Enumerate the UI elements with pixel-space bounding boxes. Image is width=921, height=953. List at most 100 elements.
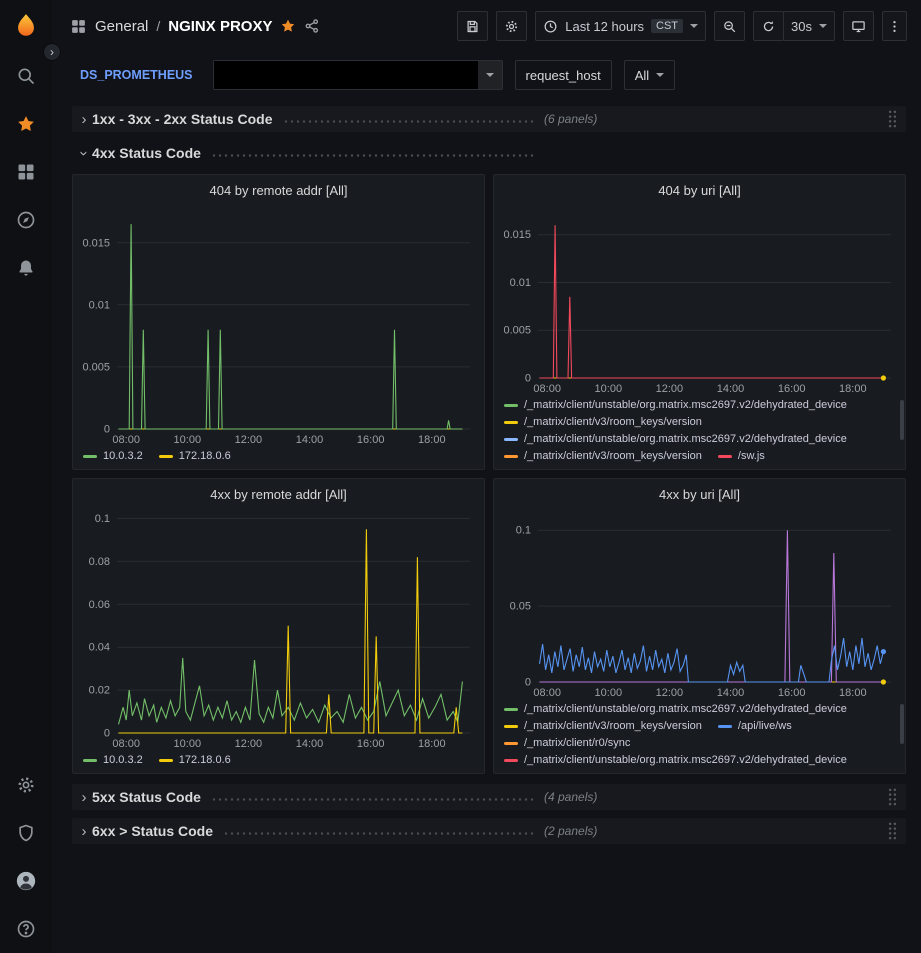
legend-item[interactable]: /_matrix/client/unstable/org.matrix.msc2… xyxy=(504,754,847,766)
timeseries-chart[interactable]: 00.0050.010.01508:0010:0012:0014:0016:00… xyxy=(73,200,484,447)
legend-item[interactable]: /_matrix/client/unstable/org.matrix.msc2… xyxy=(504,703,847,715)
svg-text:14:00: 14:00 xyxy=(296,738,324,750)
legend-item[interactable]: /_matrix/client/v3/room_keys/version xyxy=(504,416,702,428)
row-6xx[interactable]: › 6xx > Status Code (2 panels) xyxy=(72,818,906,844)
legend-label: /_matrix/client/v3/room_keys/version xyxy=(524,720,702,732)
chevron-down-icon xyxy=(656,73,664,77)
sidebar-item-explore[interactable] xyxy=(0,196,52,244)
svg-text:14:00: 14:00 xyxy=(296,434,324,446)
dashboard-settings-button[interactable] xyxy=(496,11,527,41)
panel-4xx-by-remote-addr: 4xx by remote addr [All] 00.020.040.060.… xyxy=(72,478,485,774)
dashboard-title[interactable]: NGINX PROXY xyxy=(168,18,272,35)
avatar xyxy=(16,871,36,891)
sidebar-item-alerting[interactable] xyxy=(0,244,52,292)
svg-text:08:00: 08:00 xyxy=(533,687,561,699)
legend-item[interactable]: /sw.js xyxy=(718,450,765,462)
sidebar-item-search[interactable] xyxy=(0,52,52,100)
svg-text:0: 0 xyxy=(525,677,531,689)
datasource-variable-label[interactable]: DS_PROMETHEUS xyxy=(72,62,201,88)
row-5xx[interactable]: › 5xx Status Code (4 panels) xyxy=(72,784,906,810)
legend-swatch xyxy=(83,759,97,762)
panel-title[interactable]: 404 by uri [All] xyxy=(494,175,905,200)
legend-scrollbar[interactable] xyxy=(900,400,904,440)
legend-swatch xyxy=(718,725,732,728)
drag-handle-icon[interactable] xyxy=(887,821,898,841)
favorite-star-icon[interactable] xyxy=(280,18,296,34)
svg-text:12:00: 12:00 xyxy=(235,434,263,446)
legend-item[interactable]: /_matrix/client/v3/room_keys/version xyxy=(504,450,702,462)
refresh-button[interactable] xyxy=(753,11,784,41)
drag-handle-icon[interactable] xyxy=(887,109,898,129)
zoom-out-button[interactable] xyxy=(714,11,745,41)
timeseries-chart[interactable]: 00.050.108:0010:0012:0014:0016:0018:00 xyxy=(494,504,905,700)
sidebar-collapse-button[interactable]: › xyxy=(43,43,61,61)
row-1xx-3xx-2xx[interactable]: › 1xx - 3xx - 2xx Status Code (6 panels) xyxy=(72,106,906,132)
row-title: 1xx - 3xx - 2xx Status Code xyxy=(92,111,273,127)
sidebar-item-help[interactable] xyxy=(0,905,52,953)
grafana-logo[interactable] xyxy=(0,0,52,52)
svg-text:0: 0 xyxy=(104,424,110,436)
variables-bar: DS_PROMETHEUS request_host All xyxy=(52,52,921,102)
row-title-group: 4xx Status Code xyxy=(92,145,544,161)
sidebar-item-dashboards[interactable] xyxy=(0,148,52,196)
legend-scrollbar[interactable] xyxy=(900,704,904,744)
legend-item[interactable]: 10.0.3.2 xyxy=(83,754,143,766)
legend-item[interactable]: 172.18.0.6 xyxy=(159,450,231,462)
panel-title[interactable]: 4xx by remote addr [All] xyxy=(73,479,484,504)
legend-label: /_matrix/client/r0/sync xyxy=(524,737,630,749)
legend-item[interactable]: /api/live/ws xyxy=(718,720,792,732)
sidebar-item-server-admin[interactable] xyxy=(0,809,52,857)
breadcrumb: General / NGINX PROXY xyxy=(70,18,320,35)
search-icon xyxy=(16,66,36,86)
svg-text:14:00: 14:00 xyxy=(717,687,745,699)
svg-text:16:00: 16:00 xyxy=(778,383,806,395)
legend-swatch xyxy=(504,725,518,728)
legend-item[interactable]: /_matrix/client/unstable/org.matrix.msc2… xyxy=(504,433,847,445)
legend-swatch xyxy=(83,455,97,458)
chart-area: 00.0050.010.01508:0010:0012:0014:0016:00… xyxy=(73,200,484,447)
dashboard-canvas: › 1xx - 3xx - 2xx Status Code (6 panels)… xyxy=(52,102,921,953)
panel-title[interactable]: 404 by remote addr [All] xyxy=(73,175,484,200)
legend-item[interactable]: /_matrix/client/r0/sync xyxy=(504,737,630,749)
panel-title[interactable]: 4xx by uri [All] xyxy=(494,479,905,504)
chevron-down-icon: › xyxy=(76,145,93,161)
share-icon[interactable] xyxy=(304,18,320,34)
request-host-value-select[interactable]: All xyxy=(624,60,675,90)
sidebar: › xyxy=(0,0,52,953)
chevron-right-icon: › xyxy=(76,823,92,840)
legend-swatch xyxy=(504,438,518,441)
refresh-interval-select[interactable]: 30s xyxy=(783,11,835,41)
save-dashboard-button[interactable] xyxy=(457,11,488,41)
more-options-button[interactable] xyxy=(882,11,907,41)
sidebar-item-starred[interactable] xyxy=(0,100,52,148)
sidebar-item-profile[interactable] xyxy=(0,857,52,905)
svg-text:18:00: 18:00 xyxy=(418,434,446,446)
timeseries-chart[interactable]: 00.020.040.060.080.108:0010:0012:0014:00… xyxy=(73,504,484,751)
legend-label: /_matrix/client/unstable/org.matrix.msc2… xyxy=(524,433,847,445)
row-4xx[interactable]: › 4xx Status Code xyxy=(72,140,906,166)
dotted-leader xyxy=(283,120,534,123)
row-title-group: 1xx - 3xx - 2xx Status Code xyxy=(92,111,544,127)
legend-item[interactable]: 172.18.0.6 xyxy=(159,754,231,766)
row-panel-count: (6 panels) xyxy=(544,112,597,126)
svg-text:10:00: 10:00 xyxy=(174,434,202,446)
legend-item[interactable]: 10.0.3.2 xyxy=(83,450,143,462)
panel-404-by-uri: 404 by uri [All] 00.0050.010.01508:0010:… xyxy=(493,174,906,470)
sidebar-item-settings[interactable] xyxy=(0,761,52,809)
legend-item[interactable]: /_matrix/client/v3/room_keys/version xyxy=(504,720,702,732)
timeseries-chart[interactable]: 00.0050.010.01508:0010:0012:0014:0016:00… xyxy=(494,200,905,396)
panel-404-by-remote-addr: 404 by remote addr [All] 00.0050.010.015… xyxy=(72,174,485,470)
legend-item[interactable]: /_matrix/client/unstable/org.matrix.msc2… xyxy=(504,399,847,411)
tv-mode-button[interactable] xyxy=(843,11,874,41)
timezone-badge: CST xyxy=(651,19,683,33)
time-range-picker[interactable]: Last 12 hours CST xyxy=(535,11,706,41)
toolbar: Last 12 hours CST 30s xyxy=(457,11,907,41)
row-panel-count: (4 panels) xyxy=(544,790,597,804)
legend-swatch xyxy=(718,455,732,458)
svg-text:14:00: 14:00 xyxy=(717,383,745,395)
datasource-value-select[interactable] xyxy=(213,60,503,90)
svg-text:16:00: 16:00 xyxy=(357,738,385,750)
drag-handle-icon[interactable] xyxy=(887,787,898,807)
monitor-icon xyxy=(851,19,866,34)
breadcrumb-section[interactable]: General xyxy=(95,18,148,35)
